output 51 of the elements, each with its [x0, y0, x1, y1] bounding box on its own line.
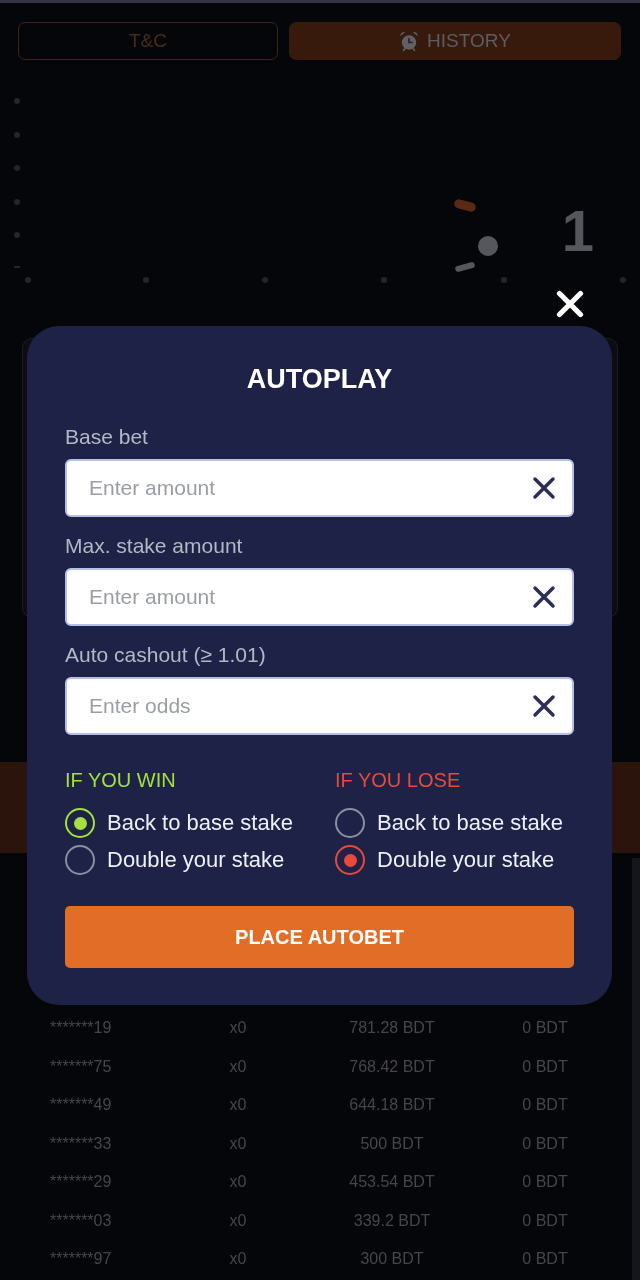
- radio-option[interactable]: Back to base stake: [335, 808, 563, 838]
- table-cell: x0: [229, 1211, 247, 1230]
- table-cell: *******75: [50, 1057, 112, 1076]
- table-cell: x0: [229, 1134, 247, 1153]
- outcome-heading: IF YOU LOSE: [335, 769, 461, 791]
- table-cell: 0 BDT: [522, 1250, 568, 1269]
- clear-icon: [532, 694, 556, 718]
- field-label: Auto cashout (≥ 1.01): [65, 644, 266, 666]
- table-cell: *******19: [50, 1019, 112, 1038]
- table-cell: 0 BDT: [522, 1134, 568, 1153]
- table-cell: 500 BDT: [360, 1134, 424, 1153]
- close-icon: [556, 290, 584, 318]
- clear-button[interactable]: [532, 585, 556, 609]
- table-cell: x0: [229, 1096, 247, 1115]
- input-field[interactable]: Enter amount: [65, 459, 574, 517]
- table-cell: 0 BDT: [522, 1019, 568, 1038]
- table-cell: 0 BDT: [522, 1173, 568, 1192]
- clear-icon: [532, 585, 556, 609]
- radio-option[interactable]: Back to base stake: [65, 808, 293, 838]
- table-cell: *******97: [50, 1250, 112, 1269]
- table-cell: x0: [229, 1250, 247, 1269]
- alarm-clock-icon: [399, 30, 420, 52]
- table-cell: x0: [229, 1173, 247, 1192]
- clear-button[interactable]: [532, 476, 556, 500]
- table-cell: *******29: [50, 1173, 112, 1192]
- dialog-title: AUTOPLAY: [246, 363, 393, 395]
- clear-icon: [532, 476, 556, 500]
- table-cell: 644.18 BDT: [349, 1096, 435, 1115]
- table-cell: 453.54 BDT: [349, 1173, 435, 1192]
- radio-option[interactable]: Double your stake: [65, 845, 285, 875]
- clear-button[interactable]: [532, 694, 556, 718]
- table-cell: 0 BDT: [522, 1057, 568, 1076]
- table-cell: *******49: [50, 1096, 112, 1115]
- field-label: Max. stake amount: [65, 535, 243, 557]
- radio-option[interactable]: Double your stake: [335, 845, 555, 875]
- field-label: Base bet: [65, 426, 148, 448]
- table-cell: 339.2 BDT: [353, 1211, 431, 1230]
- table-cell: *******03: [50, 1211, 112, 1230]
- multiplier-text: 1: [561, 202, 594, 260]
- input-field[interactable]: Enter amount: [65, 568, 574, 626]
- table-cell: 0 BDT: [522, 1096, 568, 1115]
- table-cell: 300 BDT: [360, 1250, 424, 1269]
- table-cell: 0 BDT: [522, 1211, 568, 1230]
- table-cell: 768.42 BDT: [349, 1057, 435, 1076]
- table-cell: x0: [229, 1057, 247, 1076]
- table-cell: x0: [229, 1019, 247, 1038]
- table-cell: *******33: [50, 1134, 112, 1153]
- table-cell: 781.28 BDT: [349, 1019, 435, 1038]
- outcome-heading: IF YOU WIN: [65, 769, 176, 791]
- close-button[interactable]: [556, 290, 584, 318]
- input-field[interactable]: Enter odds: [65, 677, 574, 735]
